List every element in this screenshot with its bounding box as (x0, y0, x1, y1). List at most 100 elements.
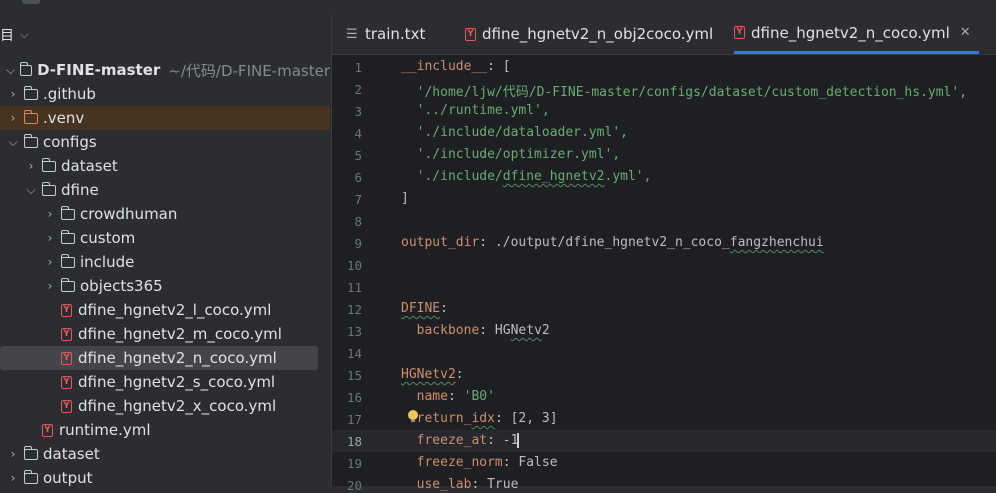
code-line[interactable]: freeze_at: -1 (401, 433, 519, 448)
tree-folder[interactable]: › custom (0, 226, 330, 250)
tree-item-label: crowdhuman (80, 205, 178, 223)
tree-folder[interactable]: › dataset (0, 442, 330, 466)
tree-item-label: runtime.yml (59, 421, 151, 439)
tree-folder[interactable]: ⌵ D-FINE-master ~/代码/D-FINE-master (0, 58, 330, 82)
chevron-down-icon[interactable]: ⌵ (24, 183, 38, 198)
line-number: 13 (346, 324, 362, 339)
chevron-right-icon[interactable]: › (24, 159, 38, 173)
tree-folder[interactable]: › dataset (0, 154, 330, 178)
yaml-file-icon: Y (61, 351, 72, 365)
folder-icon (60, 205, 75, 220)
chevron-right-icon[interactable]: › (6, 87, 20, 101)
yaml-file-icon: Y (61, 399, 72, 413)
project-panel: 目 ⌵ ⌵ D-FINE-master ~/代码/D-FINE-master › .gi… (0, 14, 330, 487)
tree-folder[interactable]: ⌵ dfine (0, 178, 330, 202)
tree-folder[interactable]: › crowdhuman (0, 202, 330, 226)
lightbulb-icon[interactable] (408, 410, 418, 422)
line-number: 3 (354, 104, 362, 119)
chevron-right-icon[interactable]: › (43, 231, 57, 245)
line-number: 14 (346, 346, 362, 361)
line-number: 10 (346, 258, 362, 273)
tree-item-label: .github (43, 85, 96, 103)
line-number: 19 (346, 456, 362, 471)
tree-folder[interactable]: ⌵ configs (0, 130, 330, 154)
chevron-down-icon[interactable]: ⌵ (20, 28, 28, 42)
code-line[interactable]: backbone: HGNetv2 (401, 323, 550, 338)
code-line[interactable]: output_dir: ./output/dfine_hgnetv2_n_coc… (401, 235, 824, 250)
tree-item-label: include (80, 253, 135, 271)
folder-icon (60, 229, 75, 244)
tab-obj2coco-yml[interactable]: Y dfine_hgnetv2_n_obj2coco.yml (465, 14, 713, 54)
chevron-down-icon[interactable]: ⌵ (5, 63, 16, 78)
line-number: 15 (346, 368, 362, 383)
code-line[interactable]: './include/dataloader.yml', (401, 125, 628, 140)
tree-item-label: dfine (61, 181, 99, 199)
tree-file[interactable]: Ydfine_hgnetv2_l_coco.yml (0, 298, 330, 322)
line-number: 12 (346, 302, 362, 317)
tree-file[interactable]: Yruntime.yml (0, 418, 330, 442)
folder-icon (19, 61, 33, 76)
tree-item-label: output (43, 469, 93, 487)
tree-folder[interactable]: › include (0, 250, 330, 274)
tree-item-path: ~/代码/D-FINE-master (168, 61, 330, 80)
code-line[interactable]: freeze_norm: False (401, 455, 558, 470)
yaml-file-icon: Y (734, 26, 745, 39)
tree-item-label: custom (80, 229, 136, 247)
line-number: 5 (354, 148, 362, 163)
close-tab-icon[interactable]: ✕ (960, 25, 971, 40)
folder-icon (23, 469, 38, 484)
code-editor[interactable]: 1 __include__: [2 '/home/ljw/代码/D-FINE-ma… (332, 55, 996, 493)
code-line[interactable]: ] (401, 191, 409, 206)
code-line[interactable]: use_lab: True (401, 477, 519, 492)
tree-file[interactable]: Ydfine_hgnetv2_m_coco.yml (0, 322, 330, 346)
folder-icon (60, 277, 75, 292)
code-line[interactable]: '../runtime.yml', (401, 103, 550, 118)
code-line[interactable]: DFINE: (401, 301, 448, 316)
tree-folder[interactable]: › output (0, 466, 330, 490)
chevron-right-icon[interactable]: › (43, 279, 57, 293)
line-number: 4 (354, 126, 362, 141)
text-caret (517, 433, 519, 448)
tree-file[interactable]: Ydfine_hgnetv2_n_coco.yml (0, 346, 318, 370)
code-line[interactable]: __include__: [ (401, 59, 511, 74)
tree-folder[interactable]: › .github (0, 82, 330, 106)
tree-item-label: dfine_hgnetv2_s_coco.yml (78, 373, 276, 391)
line-number: 7 (354, 192, 362, 207)
line-number: 9 (354, 236, 362, 251)
tree-folder[interactable]: › objects365 (0, 274, 330, 298)
chevron-right-icon[interactable]: › (43, 255, 57, 269)
yaml-file-icon: Y (42, 423, 53, 437)
chevron-right-icon[interactable]: › (6, 471, 20, 485)
tab-label: dfine_hgnetv2_n_obj2coco.yml (482, 25, 714, 43)
code-line[interactable]: './include/dfine_hgnetv2.yml', (401, 169, 652, 184)
yaml-file-icon: Y (61, 375, 72, 389)
tab-n-coco-yml[interactable]: Y dfine_hgnetv2_n_coco.yml ✕ (734, 14, 979, 54)
tree-item-label: dfine_hgnetv2_n_coco.yml (78, 349, 277, 367)
code-line[interactable]: '/home/ljw/代码/D-FINE-master/configs/data… (401, 81, 967, 100)
code-line[interactable]: HGNetv2: (401, 367, 464, 382)
chevron-right-icon[interactable]: › (6, 447, 20, 461)
folder-icon (23, 445, 38, 460)
tab-train-txt[interactable]: ☰ train.txt (346, 14, 425, 54)
code-line[interactable]: './include/optimizer.yml', (401, 147, 621, 162)
line-number: 17 (346, 412, 362, 427)
editor-panel: ☰ train.txt Y dfine_hgnetv2_n_obj2coco.y… (331, 14, 996, 493)
code-line[interactable]: return_idx: [2, 3] (401, 411, 558, 426)
tree-file[interactable]: Ydfine_hgnetv2_x_coco.yml (0, 394, 330, 418)
chevron-right-icon[interactable]: › (43, 207, 57, 221)
line-number: 2 (354, 82, 362, 97)
project-panel-header[interactable]: 目 ⌵ (0, 24, 28, 46)
tree-item-label: objects365 (80, 277, 163, 295)
line-number: 8 (354, 214, 362, 229)
tree-item-label: configs (43, 133, 97, 151)
chevron-right-icon[interactable]: › (6, 111, 20, 125)
tree-folder[interactable]: › .venv (0, 106, 330, 130)
yaml-file-icon: Y (465, 27, 476, 41)
yaml-file-icon: Y (61, 327, 72, 341)
tree-file[interactable]: Ydfine_hgnetv2_s_coco.yml (0, 370, 330, 394)
chevron-down-icon[interactable]: ⌵ (6, 135, 20, 150)
code-line[interactable]: name: 'B0' (401, 389, 495, 404)
window-control-icon (22, 0, 40, 4)
folder-icon (41, 157, 56, 172)
line-number: 11 (346, 280, 362, 295)
